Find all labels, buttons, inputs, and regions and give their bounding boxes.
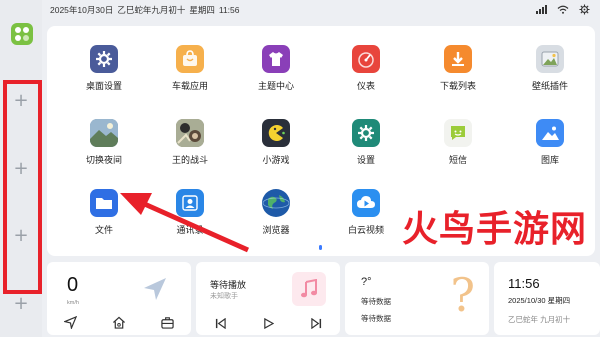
watermark-text: 火鸟手游网 (402, 208, 588, 250)
annotation-arrow (120, 193, 250, 253)
